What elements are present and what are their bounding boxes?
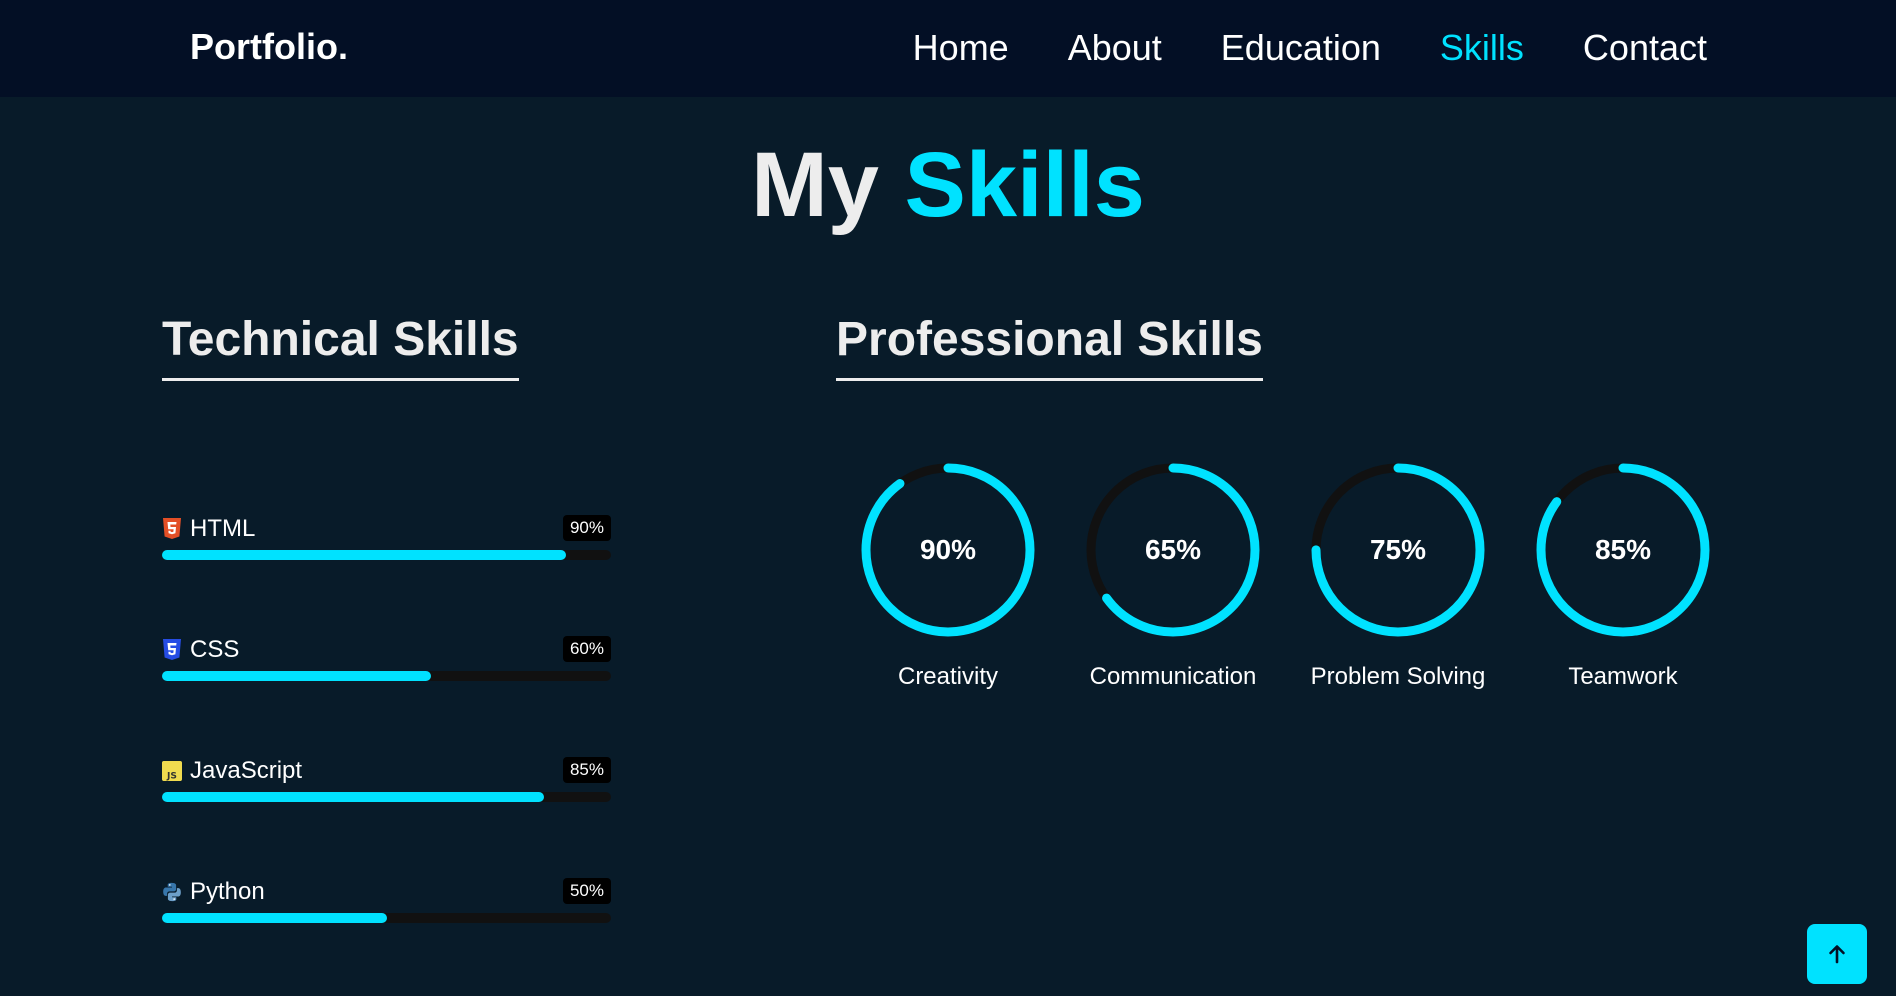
skill-label: HTML (162, 513, 255, 545)
skill-percent: 75% (1369, 534, 1427, 565)
scroll-to-top-button[interactable] (1807, 924, 1867, 984)
skill-bar-python: Python 50% (162, 876, 611, 926)
nav-education[interactable]: Education (1221, 26, 1381, 70)
skill-percent: 85% (1594, 534, 1652, 565)
title-part2: Skills (904, 134, 1145, 236)
skill-name: Creativity (897, 663, 999, 690)
skill-label: Python (162, 876, 265, 908)
skill-progress-fill (162, 792, 544, 802)
skill-bar-css: CSS 60% (162, 634, 611, 684)
skill-bar-html: HTML 90% (162, 513, 611, 563)
skill-circle-communication: 65% Communication (1085, 462, 1261, 702)
skill-progress-track (162, 550, 611, 560)
skill-percent: 90% (919, 534, 977, 565)
skill-circle-creativity: 90% Creativity (860, 462, 1036, 702)
skill-name: Teamwork (1568, 663, 1678, 690)
skill-percent-badge: 50% (562, 878, 611, 904)
skill-percent-badge: 90% (562, 515, 611, 541)
skill-circle-teamwork: 85% Teamwork (1535, 462, 1711, 702)
skill-progress-track (162, 913, 611, 923)
technical-skills-heading: Technical Skills (162, 310, 519, 381)
html5-icon (163, 518, 181, 539)
skill-progress-fill (162, 913, 387, 923)
skill-progress-fill (162, 671, 432, 681)
skill-name: CSS (190, 636, 240, 663)
skill-name: JavaScript (190, 757, 303, 784)
skill-name: Communication (1089, 663, 1257, 690)
svg-text:JS: JS (166, 771, 177, 781)
skill-name: Python (190, 878, 265, 905)
nav-skills[interactable]: Skills (1440, 26, 1524, 70)
skill-name: Problem Solving (1310, 663, 1486, 690)
arrow-up-icon (1829, 945, 1845, 964)
skill-name: HTML (190, 515, 256, 542)
skill-label: CSS (162, 634, 239, 666)
css3-icon (163, 639, 181, 660)
skill-label: JS JavaScript (162, 755, 302, 787)
javascript-icon: JS (162, 761, 182, 781)
main-nav: Home About Education Skills Contact (913, 26, 1707, 70)
professional-skills-heading: Professional Skills (836, 310, 1263, 381)
title-part1: My (751, 134, 879, 236)
skill-percent-badge: 60% (562, 636, 611, 662)
skill-circle-problem-solving: 75% Problem Solving (1310, 462, 1486, 702)
nav-contact[interactable]: Contact (1583, 26, 1707, 70)
logo[interactable]: Portfolio. (190, 26, 348, 68)
skill-percent-badge: 85% (562, 757, 611, 783)
site-header: Portfolio. Home About Education Skills C… (0, 0, 1896, 97)
skill-progress-track (162, 792, 611, 802)
nav-about[interactable]: About (1068, 26, 1162, 70)
skill-progress-track (162, 671, 611, 681)
page-title: My Skills (0, 130, 1896, 240)
nav-home[interactable]: Home (913, 26, 1009, 70)
skill-bar-javascript: JS JavaScript 85% (162, 755, 611, 805)
skill-progress-fill (162, 550, 567, 560)
skill-percent: 65% (1144, 534, 1202, 565)
python-icon (163, 882, 181, 902)
